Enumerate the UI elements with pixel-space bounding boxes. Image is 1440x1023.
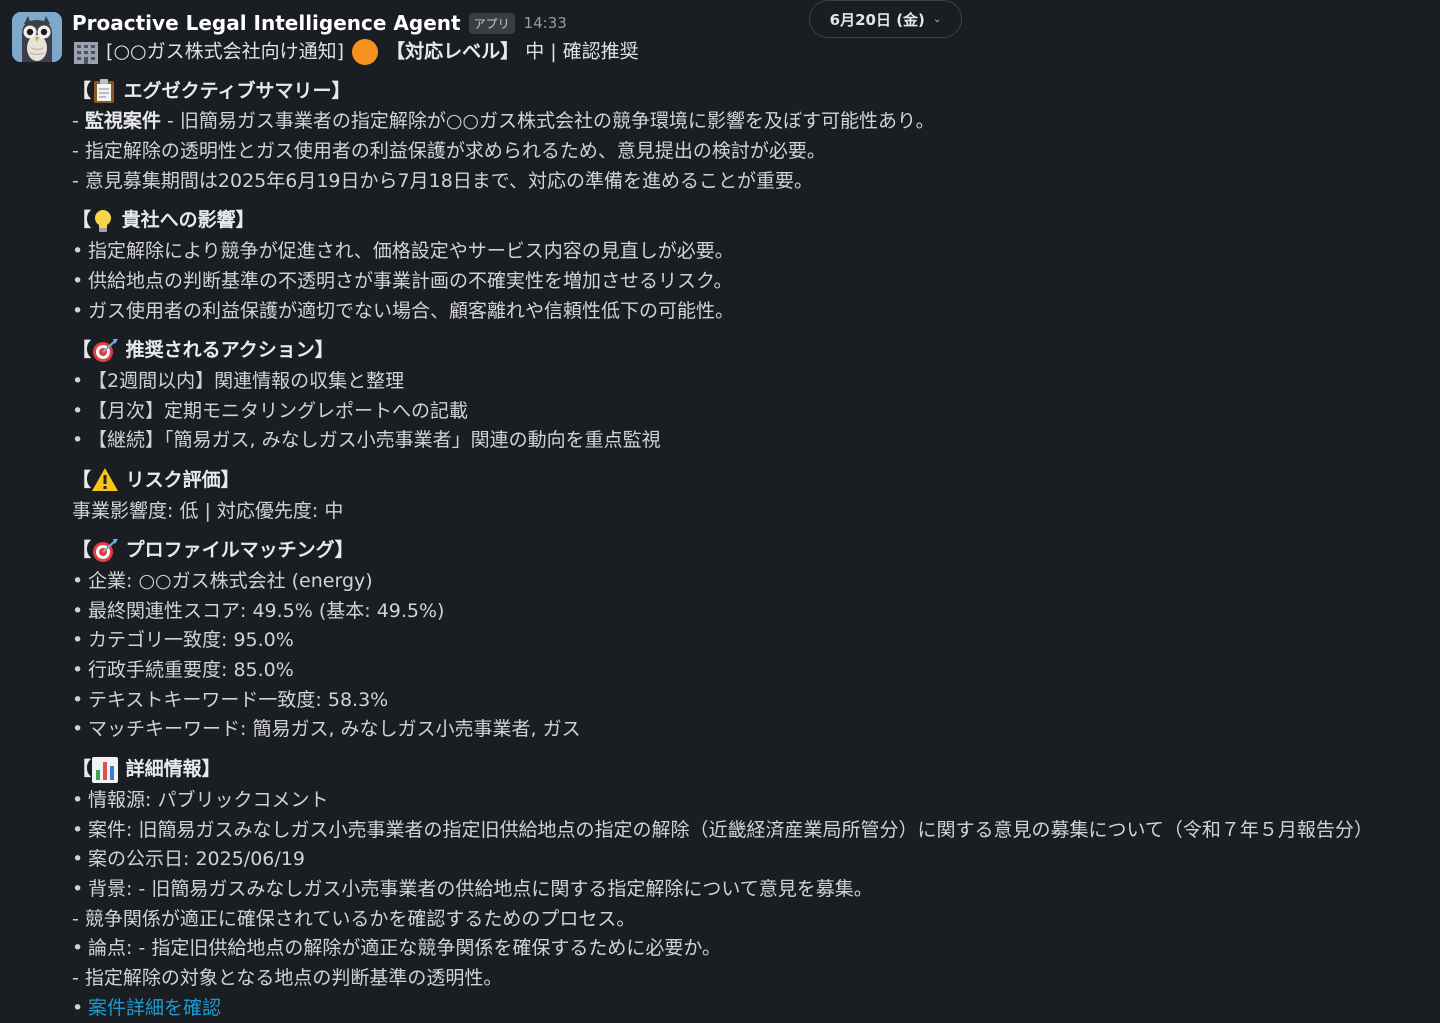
details-link-item: 案件詳細を確認 (72, 994, 1440, 1023)
risk-heading-text: リスク評価】 (125, 468, 240, 491)
section-actions-heading: 【 推奨されるアクション】 (72, 336, 1440, 366)
action-item: 【継続】「簡易ガス, みなしガス小売事業者」関連の動向を重点監視 (72, 426, 1440, 456)
impact-heading-text: 貴社への影響】 (121, 209, 255, 232)
details-issue: 論点: - 指定旧供給地点の解除が適正な競争関係を確保するために必要か。 (72, 934, 1440, 964)
section-impact-heading: 【 貴社への影響】 (72, 206, 1440, 236)
profile-item: テキストキーワード一致度: 58.3% (72, 686, 1440, 716)
response-level-label: 【対応レベル】 (386, 40, 520, 63)
date-divider-button[interactable]: 6月20日 (金) ⌄ (809, 0, 962, 38)
details-issue-cont: - 指定解除の対象となる地点の判断基準の透明性。 (72, 966, 503, 989)
impact-item: 供給地点の判断基準の不透明さが事業計画の不確実性を増加させるリスク。 (72, 267, 1440, 297)
response-level-value: 中 | 確認推奨 (525, 40, 639, 63)
office-building-icon (74, 42, 98, 64)
summary-bold-label: 監視案件 (84, 110, 161, 133)
actions-heading-text: 推奨されるアクション】 (125, 339, 334, 362)
action-item: 【2週間以内】関連情報の収集と整理 (72, 367, 1440, 397)
lightbulb-icon (95, 209, 112, 232)
date-label: 6月20日 (金) (829, 10, 925, 29)
orange-circle-icon (352, 39, 379, 65)
details-background-cont: - 競争関係が適正に確保されているかを確認するためのプロセス。 (72, 907, 636, 930)
profile-item: マッチキーワード: 簡易ガス, みなしガス小売事業者, ガス (72, 715, 1440, 745)
action-item: 【月次】定期モニタリングレポートへの記載 (72, 397, 1440, 427)
app-badge: アプリ (468, 12, 515, 34)
warning-icon (92, 468, 119, 492)
dart-target-icon (93, 538, 119, 562)
notification-target: [○○ガス株式会社向け通知] (106, 40, 345, 63)
section-details-heading: 【 詳細情報】 (72, 755, 1440, 785)
owl-avatar[interactable] (12, 12, 62, 62)
details-heading-text: 詳細情報】 (125, 758, 221, 781)
message-title: [○○ガス株式会社向け通知] 【対応レベル】 中 | 確認推奨 (72, 37, 1440, 67)
impact-item: 指定解除により競争が促進され、価格設定やサービス内容の見直しが必要。 (72, 237, 1440, 267)
profile-item: 行政手続重要度: 85.0% (72, 656, 1440, 686)
details-background: 背景: - 旧簡易ガスみなしガス小売事業者の供給地点に関する指定解除について意見… (72, 875, 1440, 905)
risk-text: 事業影響度: 低 | 対応優先度: 中 (72, 499, 344, 522)
sender-name[interactable]: Proactive Legal Intelligence Agent (72, 11, 461, 35)
details-case: 案件: 旧簡易ガスみなしガス小売事業者の指定旧供給地点の指定の解除（近畿経済産業… (72, 816, 1440, 846)
case-details-link[interactable]: 案件詳細を確認 (88, 997, 221, 1019)
profile-item: 最終関連性スコア: 49.5% (基本: 49.5%) (72, 597, 1440, 627)
message-timestamp[interactable]: 14:33 (524, 14, 567, 32)
message-header: Proactive Legal Intelligence Agent アプリ 1… (72, 9, 567, 37)
section-profile-heading: 【 プロファイルマッチング】 (72, 536, 1440, 566)
section-risk-heading: 【 リスク評価】 (72, 466, 1440, 496)
section-summary-heading: 【 エグゼクティブサマリー】 (72, 77, 1440, 107)
profile-item: 企業: ○○ガス株式会社 (energy) (72, 567, 1440, 597)
message-body: [○○ガス株式会社向け通知] 【対応レベル】 中 | 確認推奨 【 エグゼクティ… (72, 37, 1440, 1023)
details-published: 案の公示日: 2025/06/19 (72, 845, 1440, 875)
details-source: 情報源: パブリックコメント (72, 786, 1440, 816)
clipboard-icon (94, 79, 115, 104)
chevron-down-icon: ⌄ (932, 13, 942, 25)
summary-line: - 指定解除の透明性とガス使用者の利益保護が求められるため、意見提出の検討が必要… (72, 140, 826, 163)
summary-line-text: - 旧簡易ガス事業者の指定解除が○○ガス株式会社の競争環境に影響を及ぼす可能性あ… (160, 110, 935, 133)
bar-chart-icon (92, 756, 119, 783)
summary-heading-text: エグゼクティブサマリー】 (123, 79, 351, 102)
summary-line: - 監視案件 - 旧簡易ガス事業者の指定解除が○○ガス株式会社の競争環境に影響を… (72, 110, 935, 133)
impact-item: ガス使用者の利益保護が適切でない場合、顧客離れや信頼性低下の可能性。 (72, 297, 1440, 327)
profile-heading-text: プロファイルマッチング】 (125, 539, 354, 562)
dart-target-icon (93, 338, 119, 362)
profile-item: カテゴリ一致度: 95.0% (72, 626, 1440, 656)
summary-line: - 意見募集期間は2025年6月19日から7月18日まで、対応の準備を進めること… (72, 169, 814, 192)
